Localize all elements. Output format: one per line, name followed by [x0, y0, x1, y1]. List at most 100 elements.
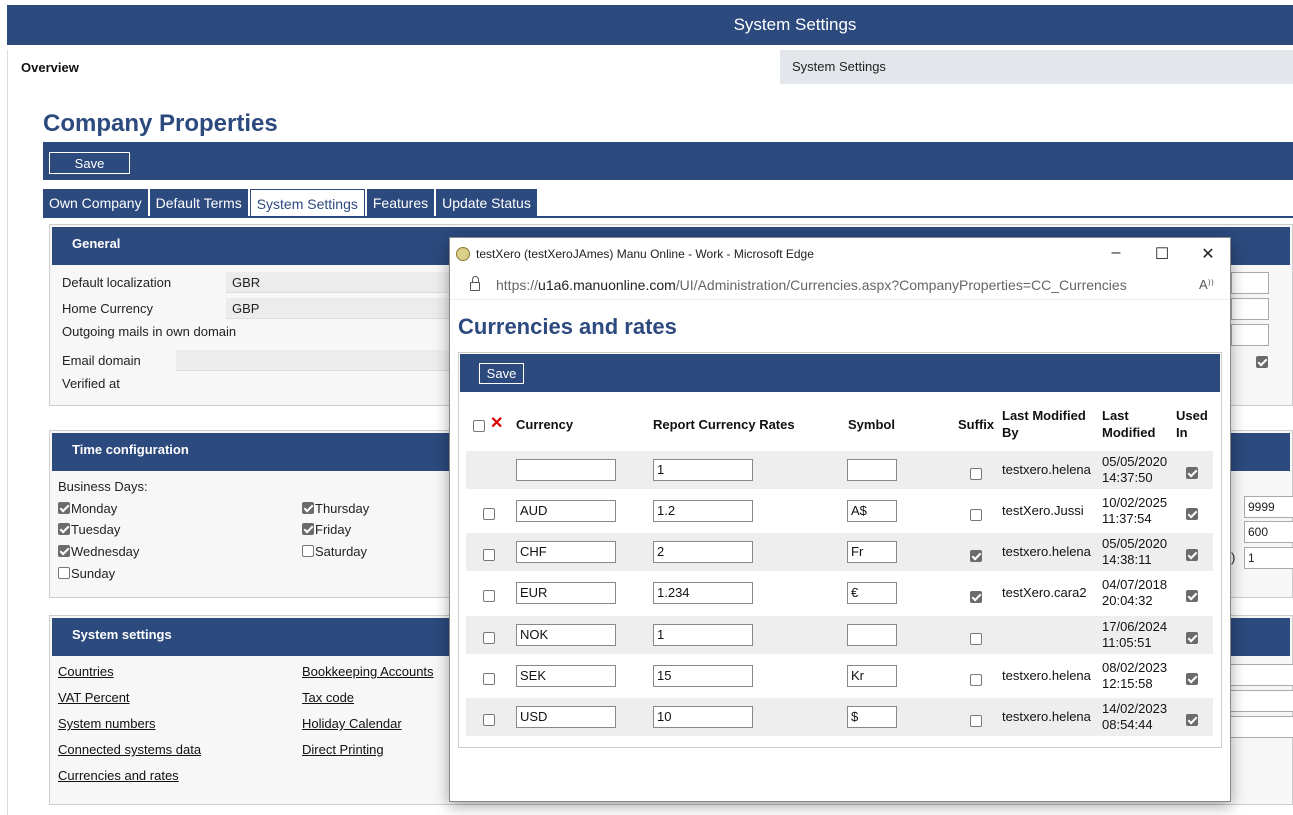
tab-default-terms[interactable]: Default Terms: [149, 189, 248, 217]
link-connected-systems[interactable]: Connected systems data: [58, 742, 201, 757]
suffix-checkbox[interactable]: [970, 548, 983, 564]
row-select-checkbox[interactable]: [483, 588, 496, 604]
last-modified-by: testXero.cara2: [1002, 585, 1087, 600]
rate-input[interactable]: 1: [653, 624, 753, 646]
general-right-field-2[interactable]: [1231, 298, 1269, 320]
saturday-checkbox[interactable]: [302, 545, 314, 557]
popup-save-button[interactable]: Save: [479, 363, 524, 384]
used-in-checkbox[interactable]: [1186, 506, 1199, 522]
day-saturday[interactable]: Saturday: [302, 544, 367, 559]
tab-update-status[interactable]: Update Status: [436, 189, 537, 217]
time-config-field-1[interactable]: 9999: [1244, 496, 1293, 518]
system-settings-field-1[interactable]: [1230, 664, 1293, 686]
day-thursday[interactable]: Thursday: [302, 501, 369, 516]
row-select-checkbox[interactable]: [483, 671, 496, 687]
delete-icon[interactable]: ✕: [490, 413, 503, 433]
read-aloud-icon[interactable]: A⁾⁾: [1199, 277, 1214, 293]
last-modified-by: testxero.helena: [1002, 668, 1091, 683]
rate-input[interactable]: 2: [653, 541, 753, 563]
link-direct-printing[interactable]: Direct Printing: [302, 742, 384, 757]
used-in-checkbox[interactable]: [1186, 547, 1199, 563]
link-currencies-and-rates[interactable]: Currencies and rates: [58, 768, 179, 783]
row-select-checkbox[interactable]: [483, 712, 496, 728]
suffix-checkbox[interactable]: [970, 466, 983, 482]
symbol-input[interactable]: Fr: [847, 541, 897, 563]
time-config-field-3[interactable]: 1: [1244, 547, 1293, 569]
suffix-checkbox[interactable]: [970, 507, 983, 523]
suffix-checkbox[interactable]: [970, 713, 983, 729]
link-countries[interactable]: Countries: [58, 664, 114, 679]
close-icon[interactable]: ✕: [1196, 244, 1220, 264]
rate-input[interactable]: 15: [653, 665, 753, 687]
general-right-field-3[interactable]: [1231, 324, 1269, 346]
friday-checkbox[interactable]: [302, 523, 314, 535]
used-in-checkbox[interactable]: [1186, 712, 1199, 728]
general-right-field-1[interactable]: [1231, 272, 1269, 294]
used-in-checkbox[interactable]: [1186, 630, 1199, 646]
maximize-icon[interactable]: ☐: [1150, 244, 1174, 264]
outgoing-mails-label: Outgoing mails in own domain: [62, 324, 237, 339]
thursday-checkbox[interactable]: [302, 502, 314, 514]
wednesday-checkbox[interactable]: [58, 545, 70, 557]
currency-input[interactable]: SEK: [516, 665, 616, 687]
address-bar[interactable]: https://u1a6.manuonline.com/UI/Administr…: [450, 270, 1230, 300]
system-settings-field-3[interactable]: [1230, 716, 1293, 738]
currency-input[interactable]: CHF: [516, 541, 616, 563]
currency-input[interactable]: [516, 459, 616, 481]
symbol-input[interactable]: $: [847, 706, 897, 728]
rate-input[interactable]: 1.234: [653, 582, 753, 604]
day-monday[interactable]: Monday: [58, 501, 117, 516]
link-vat-percent[interactable]: VAT Percent: [58, 690, 130, 705]
email-domain-field[interactable]: [176, 350, 450, 371]
day-tuesday[interactable]: Tuesday: [58, 522, 120, 537]
day-sunday[interactable]: Sunday: [58, 566, 115, 581]
currency-input[interactable]: AUD: [516, 500, 616, 522]
col-last-modified-by: Last Modified By: [1002, 408, 1086, 440]
home-currency-label: Home Currency: [62, 301, 154, 316]
row-select-checkbox[interactable]: [483, 630, 496, 646]
currency-input[interactable]: USD: [516, 706, 616, 728]
tab-features[interactable]: Features: [366, 189, 435, 217]
suffix-checkbox[interactable]: [970, 672, 983, 688]
link-system-numbers[interactable]: System numbers: [58, 716, 156, 731]
link-tax-code[interactable]: Tax code: [302, 690, 354, 705]
row-select-checkbox[interactable]: [483, 547, 496, 563]
rate-input[interactable]: 10: [653, 706, 753, 728]
popup-window-title: testXero (testXeroJAmes) Manu Online - W…: [476, 247, 814, 261]
link-bookkeeping-accounts[interactable]: Bookkeeping Accounts: [302, 664, 434, 679]
tab-overview[interactable]: Overview: [21, 60, 79, 75]
suffix-checkbox[interactable]: [970, 631, 983, 647]
select-all-checkbox[interactable]: [473, 418, 486, 434]
company-toolbar: Save: [43, 142, 1293, 180]
symbol-input[interactable]: [847, 459, 897, 481]
minimize-icon[interactable]: –: [1104, 244, 1128, 264]
symbol-input[interactable]: Kr: [847, 665, 897, 687]
suffix-checkbox[interactable]: [970, 589, 983, 605]
save-button[interactable]: Save: [49, 152, 130, 174]
sunday-checkbox[interactable]: [58, 567, 70, 579]
currency-input[interactable]: EUR: [516, 582, 616, 604]
day-wednesday[interactable]: Wednesday: [58, 544, 139, 559]
link-holiday-calendar[interactable]: Holiday Calendar: [302, 716, 402, 731]
day-friday[interactable]: Friday: [302, 522, 351, 537]
email-domain-label: Email domain: [62, 353, 141, 368]
col-suffix: Suffix: [958, 417, 995, 432]
currency-input[interactable]: NOK: [516, 624, 616, 646]
tuesday-checkbox[interactable]: [58, 523, 70, 535]
used-in-checkbox[interactable]: [1186, 588, 1199, 604]
used-in-checkbox[interactable]: [1186, 671, 1199, 687]
row-select-checkbox[interactable]: [483, 506, 496, 522]
tab-system-settings[interactable]: System Settings: [780, 50, 1293, 84]
symbol-input[interactable]: [847, 624, 897, 646]
system-settings-field-2[interactable]: [1230, 690, 1293, 712]
tab-system-settings-active[interactable]: System Settings: [249, 189, 365, 217]
symbol-input[interactable]: A$: [847, 500, 897, 522]
rate-input[interactable]: 1: [653, 459, 753, 481]
used-in-checkbox[interactable]: [1186, 465, 1199, 481]
time-config-field-2[interactable]: 600: [1244, 521, 1293, 543]
monday-checkbox[interactable]: [58, 502, 70, 514]
tab-own-company[interactable]: Own Company: [43, 189, 148, 217]
rate-input[interactable]: 1.2: [653, 500, 753, 522]
symbol-input[interactable]: €: [847, 582, 897, 604]
general-right-checkbox[interactable]: [1256, 354, 1269, 370]
